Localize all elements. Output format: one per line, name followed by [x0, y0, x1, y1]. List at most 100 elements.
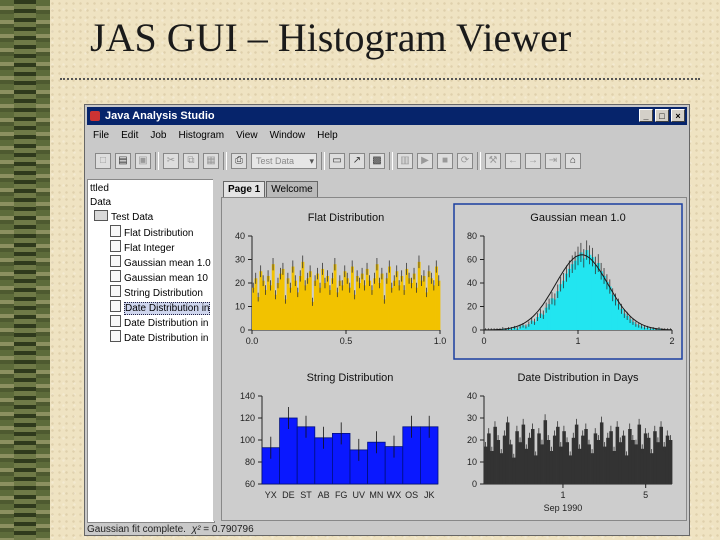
tree-root[interactable]: ttled	[90, 182, 109, 196]
slide-binding-decoration	[0, 0, 50, 540]
cut-icon[interactable]: ✂	[163, 153, 179, 169]
forward-icon[interactable]: →	[525, 153, 541, 169]
menu-histogram[interactable]: Histogram	[178, 127, 224, 145]
y-tick-label: 20	[467, 435, 477, 445]
tree-item-selected[interactable]: Date Distribution in	[110, 300, 211, 315]
histogram-bar	[355, 275, 359, 330]
histogram-bar	[487, 433, 491, 484]
paste-icon[interactable]: ▦	[203, 153, 219, 169]
histogram-bar	[385, 278, 389, 330]
copy-icon[interactable]: ⧉	[183, 153, 199, 169]
tools-icon[interactable]: ⚒	[485, 153, 501, 169]
panel-splitter[interactable]	[213, 179, 219, 521]
open-folder-icon[interactable]: ▤	[115, 153, 131, 169]
histogram-bar	[596, 440, 601, 484]
histogram-bar	[502, 435, 507, 484]
tree-item[interactable]: Date Distribution in	[110, 330, 208, 344]
histogram-bar	[435, 266, 438, 330]
refresh-icon[interactable]: ⟳	[457, 153, 473, 169]
tree-item[interactable]: String Distribution	[110, 285, 203, 299]
histogram-bar	[524, 448, 529, 484]
histogram-bar	[328, 290, 332, 330]
history-icon[interactable]: ⇥	[545, 153, 561, 169]
menu-file[interactable]: File	[93, 127, 109, 145]
histogram-bar	[599, 422, 604, 484]
tree-item[interactable]: Flat Integer	[110, 240, 175, 254]
histogram-bar	[318, 287, 322, 330]
plot-window-icon[interactable]: ▭	[329, 153, 345, 169]
chart-title: String Distribution	[307, 372, 394, 384]
histogram-bar	[567, 268, 572, 330]
histogram-bar	[515, 431, 519, 484]
menu-view[interactable]: View	[236, 127, 258, 145]
print-icon[interactable]: ⎙	[231, 153, 247, 169]
fit-icon[interactable]: ↗	[349, 153, 365, 169]
histogram-bar	[559, 446, 563, 484]
rebin-icon[interactable]: ▥	[397, 153, 413, 169]
histogram-bar	[420, 280, 424, 330]
y-tick-label: 120	[240, 413, 255, 423]
histogram-bar	[518, 442, 522, 484]
menu-edit[interactable]: Edit	[121, 127, 138, 145]
tree-item[interactable]: Gaussian mean 10	[110, 270, 208, 284]
home-icon[interactable]: ⌂	[565, 153, 581, 169]
tree-item[interactable]: Date Distribution in	[110, 315, 208, 329]
data-tree: ttled Data Test Data Flat Distribution F…	[87, 179, 215, 523]
back-icon[interactable]: ←	[505, 153, 521, 169]
histogram-bar	[593, 433, 598, 484]
tab-page-1[interactable]: Page 1	[223, 181, 266, 197]
histogram-bar	[609, 431, 613, 484]
stop-icon[interactable]: ■	[437, 153, 453, 169]
histogram-bar	[388, 266, 391, 330]
histogram-bar	[378, 283, 382, 330]
close-button[interactable]: ×	[671, 109, 685, 122]
new-icon[interactable]: □	[95, 153, 111, 169]
histogram-bar	[628, 429, 632, 484]
menu-help[interactable]: Help	[317, 127, 338, 145]
y-tick-label: 60	[467, 255, 477, 265]
y-tick-label: 0	[240, 325, 245, 335]
tree-node-data[interactable]: Data	[90, 196, 111, 210]
histogram-bar	[585, 250, 589, 330]
tree-folder-test-data[interactable]: Test Data	[94, 210, 153, 224]
menu-window[interactable]: Window	[270, 127, 306, 145]
minimize-button[interactable]: _	[639, 109, 653, 122]
histogram-icon	[110, 300, 121, 312]
x-tick-label: FG	[335, 490, 348, 500]
histogram-bar	[490, 451, 494, 484]
save-icon[interactable]: ▣	[135, 153, 151, 169]
style-icon[interactable]: ▩	[369, 153, 385, 169]
histogram-bar	[432, 285, 436, 330]
tree-item[interactable]: Gaussian mean 1.0	[110, 255, 211, 269]
histogram-bar	[499, 453, 504, 484]
histogram-bar	[505, 422, 510, 484]
histogram-bar	[380, 273, 384, 330]
start-icon[interactable]: ▶	[417, 153, 433, 169]
x-tick-label: WX	[387, 490, 402, 500]
x-tick-label: 0.0	[246, 336, 259, 346]
histogram-bar	[405, 268, 409, 330]
tab-welcome[interactable]: Welcome	[266, 181, 318, 197]
histogram-bar	[527, 437, 532, 484]
page-tabs: Page 1 Welcome	[223, 181, 319, 197]
menu-job[interactable]: Job	[150, 127, 166, 145]
histogram-icon	[110, 255, 121, 267]
histogram-bar	[316, 273, 320, 330]
y-tick-label: 30	[235, 255, 245, 265]
x-tick-label: YX	[265, 490, 277, 500]
histogram-bar	[596, 263, 601, 330]
y-tick-label: 0	[472, 325, 477, 335]
histogram-bar	[584, 429, 588, 484]
histogram-bar	[390, 287, 394, 330]
histogram-bar	[400, 275, 404, 330]
histogram-bar	[341, 285, 344, 330]
histogram-bar	[397, 285, 401, 330]
dataset-combo[interactable]: Test Data	[251, 153, 317, 169]
histogram-bar	[484, 446, 488, 484]
app-icon	[90, 111, 100, 121]
maximize-button[interactable]: □	[655, 109, 669, 122]
tree-item[interactable]: Flat Distribution	[110, 225, 193, 239]
histogram-bar	[662, 446, 667, 484]
y-tick-label: 20	[235, 278, 245, 288]
window-titlebar[interactable]: Java Analysis Studio _ □ ×	[87, 107, 687, 125]
